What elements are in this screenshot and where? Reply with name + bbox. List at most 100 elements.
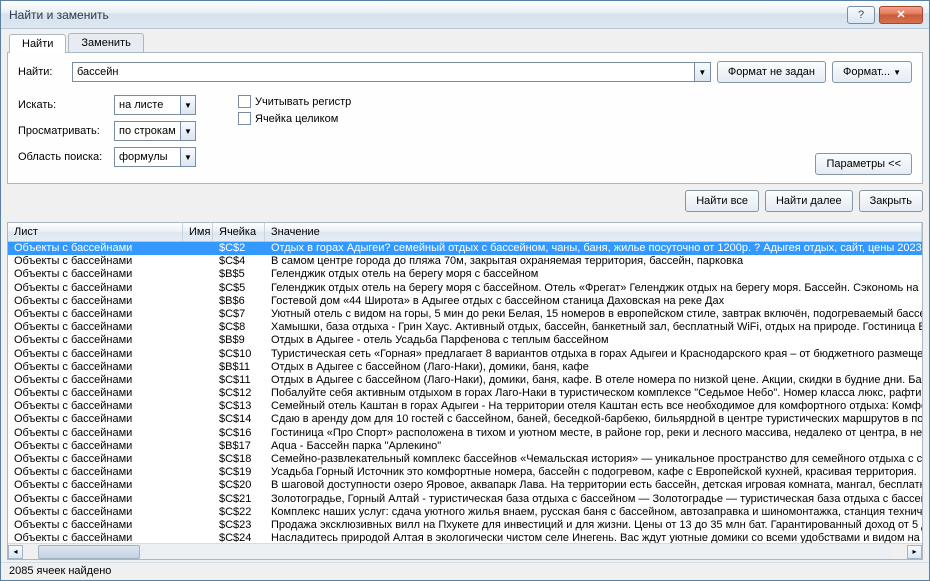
result-row[interactable]: Объекты с бассейнами$C$24Насладитесь при… [8, 532, 922, 543]
column-name[interactable]: Имя [183, 223, 213, 241]
result-name [183, 348, 213, 361]
result-cell: $C$19 [213, 466, 265, 479]
result-value: Побалуйте себя активным отдыхом в горах … [265, 387, 922, 400]
result-sheet: Объекты с бассейнами [8, 334, 183, 347]
result-row[interactable]: Объекты с бассейнами $C$22Комплекс наших … [8, 506, 922, 519]
result-value: Продажа эксклюзивных вилл на Пхукете для… [265, 519, 922, 532]
result-name [183, 387, 213, 400]
result-row[interactable]: Объекты с бассейнами$B$9Отдых в Адыгее -… [8, 334, 922, 347]
result-name [183, 493, 213, 506]
result-row[interactable]: Объекты с бассейнами$C$23Продажа эксклюз… [8, 519, 922, 532]
result-sheet: Объекты с бассейнами [8, 255, 183, 268]
scroll-right-button[interactable]: ▸ [907, 545, 922, 559]
result-value: Сдаю в аренду дом для 10 гостей с бассей… [265, 413, 922, 426]
result-row[interactable]: Объекты с бассейнами$B$11Отдых в Адыгее … [8, 361, 922, 374]
result-row[interactable]: Объекты с бассейнами$C$12Побалуйте себя … [8, 387, 922, 400]
seek-combo[interactable]: на листе ▼ [114, 95, 196, 115]
scroll-track[interactable] [38, 545, 892, 559]
close-button[interactable]: Закрыть [859, 190, 923, 212]
result-cell: $C$8 [213, 321, 265, 334]
help-button[interactable]: ? [847, 6, 875, 24]
format-menu-button[interactable]: Формат... ▼ [832, 61, 912, 83]
result-cell: $C$18 [213, 453, 265, 466]
result-name [183, 506, 213, 519]
tab-find[interactable]: Найти [9, 34, 66, 53]
column-value[interactable]: Значение [265, 223, 922, 241]
result-row[interactable]: Объекты с бассейнами$C$4В самом центре г… [8, 255, 922, 268]
result-name [183, 532, 213, 543]
result-name [183, 479, 213, 492]
result-row[interactable]: Объекты с бассейнами$C$18Семейно-развлек… [8, 453, 922, 466]
result-name [183, 466, 213, 479]
horizontal-scrollbar[interactable]: ◂ ▸ [8, 543, 922, 559]
result-row[interactable]: Объекты с бассейнами $C$19Усадьба Горный … [8, 466, 922, 479]
result-value: Отдых в Адыгее с бассейном (Лаго-Наки), … [265, 374, 922, 387]
result-name [183, 321, 213, 334]
result-row[interactable]: Объекты с бассейнами $C$21Золотоградье, Г… [8, 493, 922, 506]
view-label: Просматривать: [18, 125, 108, 137]
result-sheet: Объекты с бассейнами [8, 361, 183, 374]
parameters-button[interactable]: Параметры << [815, 153, 912, 175]
result-value: Семейно-развлекательный комплекс бассейн… [265, 453, 922, 466]
result-sheet: Объекты с бассейнами [8, 519, 183, 532]
result-sheet: Объекты с бассейнами [8, 493, 183, 506]
tab-replace[interactable]: Заменить [68, 33, 143, 52]
result-row[interactable]: Объекты с бассейнами$C$11Отдых в Адыгее … [8, 374, 922, 387]
result-cell: $C$2 [213, 242, 265, 255]
result-row[interactable]: Объекты с бассейнами$C$20В шаговой досту… [8, 479, 922, 492]
find-history-dropdown[interactable]: ▼ [695, 62, 711, 82]
close-window-button[interactable]: ✕ [879, 6, 923, 24]
result-row[interactable]: Объекты с бассейнами$C$7Уютный отель с в… [8, 308, 922, 321]
result-cell: $B$11 [213, 361, 265, 374]
window-buttons: ? ✕ [847, 6, 923, 24]
result-cell: $C$22 [213, 506, 265, 519]
result-sheet: Объекты с бассейнами [8, 282, 183, 295]
result-row[interactable]: Объекты с бассейнами $C$5Геленджик отдых … [8, 282, 922, 295]
result-row[interactable]: Объекты с бассейнами$C$16Гостиница «Про … [8, 427, 922, 440]
result-row[interactable]: Объекты с бассейнами$C$8Хамышки, база от… [8, 321, 922, 334]
result-value: Комплекс наших услуг: сдача уютного жиль… [265, 506, 922, 519]
format-display-button[interactable]: Формат не задан [717, 61, 826, 83]
whole-cell-label: Ячейка целиком [255, 113, 338, 125]
result-cell: $C$21 [213, 493, 265, 506]
scope-combo[interactable]: формулы ▼ [114, 147, 196, 167]
scope-label: Область поиска: [18, 151, 108, 163]
result-cell: $C$16 [213, 427, 265, 440]
result-sheet: Объекты с бассейнами [8, 506, 183, 519]
case-checkbox[interactable] [238, 95, 251, 108]
results-listview[interactable]: Лист Имя Ячейка Значение Объекты с бассе… [7, 222, 923, 560]
result-cell: $C$5 [213, 282, 265, 295]
scroll-thumb[interactable] [38, 545, 140, 559]
result-name [183, 374, 213, 387]
result-name [183, 453, 213, 466]
column-cell[interactable]: Ячейка [213, 223, 265, 241]
result-row[interactable]: Объекты с бассейнами$C$2Отдых в горах Ад… [8, 242, 922, 255]
result-value: Золотоградье, Горный Алтай - туристическ… [265, 493, 922, 506]
result-sheet: Объекты с бассейнами [8, 466, 183, 479]
result-cell: $C$10 [213, 348, 265, 361]
view-combo[interactable]: по строкам ▼ [114, 121, 196, 141]
result-row[interactable]: Объекты с бассейнами$B$5Геленджик отдых … [8, 268, 922, 281]
result-value: Усадьба Горный Источник это комфортные н… [265, 466, 922, 479]
result-cell: $B$5 [213, 268, 265, 281]
scroll-left-button[interactable]: ◂ [8, 545, 23, 559]
find-next-button[interactable]: Найти далее [765, 190, 853, 212]
result-sheet: Объекты с бассейнами [8, 387, 183, 400]
result-row[interactable]: Объекты с бассейнами$C$10Туристическая с… [8, 348, 922, 361]
result-cell: $B$6 [213, 295, 265, 308]
result-name [183, 255, 213, 268]
result-row[interactable]: Объекты с бассейнами$C$13Семейный отель … [8, 400, 922, 413]
result-row[interactable]: Объекты с бассейнами$C$14Сдаю в аренду д… [8, 413, 922, 426]
column-sheet[interactable]: Лист [8, 223, 183, 241]
result-name [183, 519, 213, 532]
result-value: Геленджик отдых отель на берегу моря с б… [265, 282, 922, 295]
find-input[interactable] [72, 62, 695, 82]
result-row[interactable]: Объекты с бассейнами$B$6Гостевой дом «44… [8, 295, 922, 308]
dialog-window: Найти и заменить ? ✕ Найти Заменить Найт… [0, 0, 930, 581]
result-name [183, 334, 213, 347]
find-label: Найти: [18, 66, 66, 78]
result-row[interactable]: Объекты с бассейнами$B$17Aqua - Бассейн … [8, 440, 922, 453]
result-name [183, 295, 213, 308]
find-all-button[interactable]: Найти все [685, 190, 759, 212]
whole-cell-checkbox[interactable] [238, 112, 251, 125]
